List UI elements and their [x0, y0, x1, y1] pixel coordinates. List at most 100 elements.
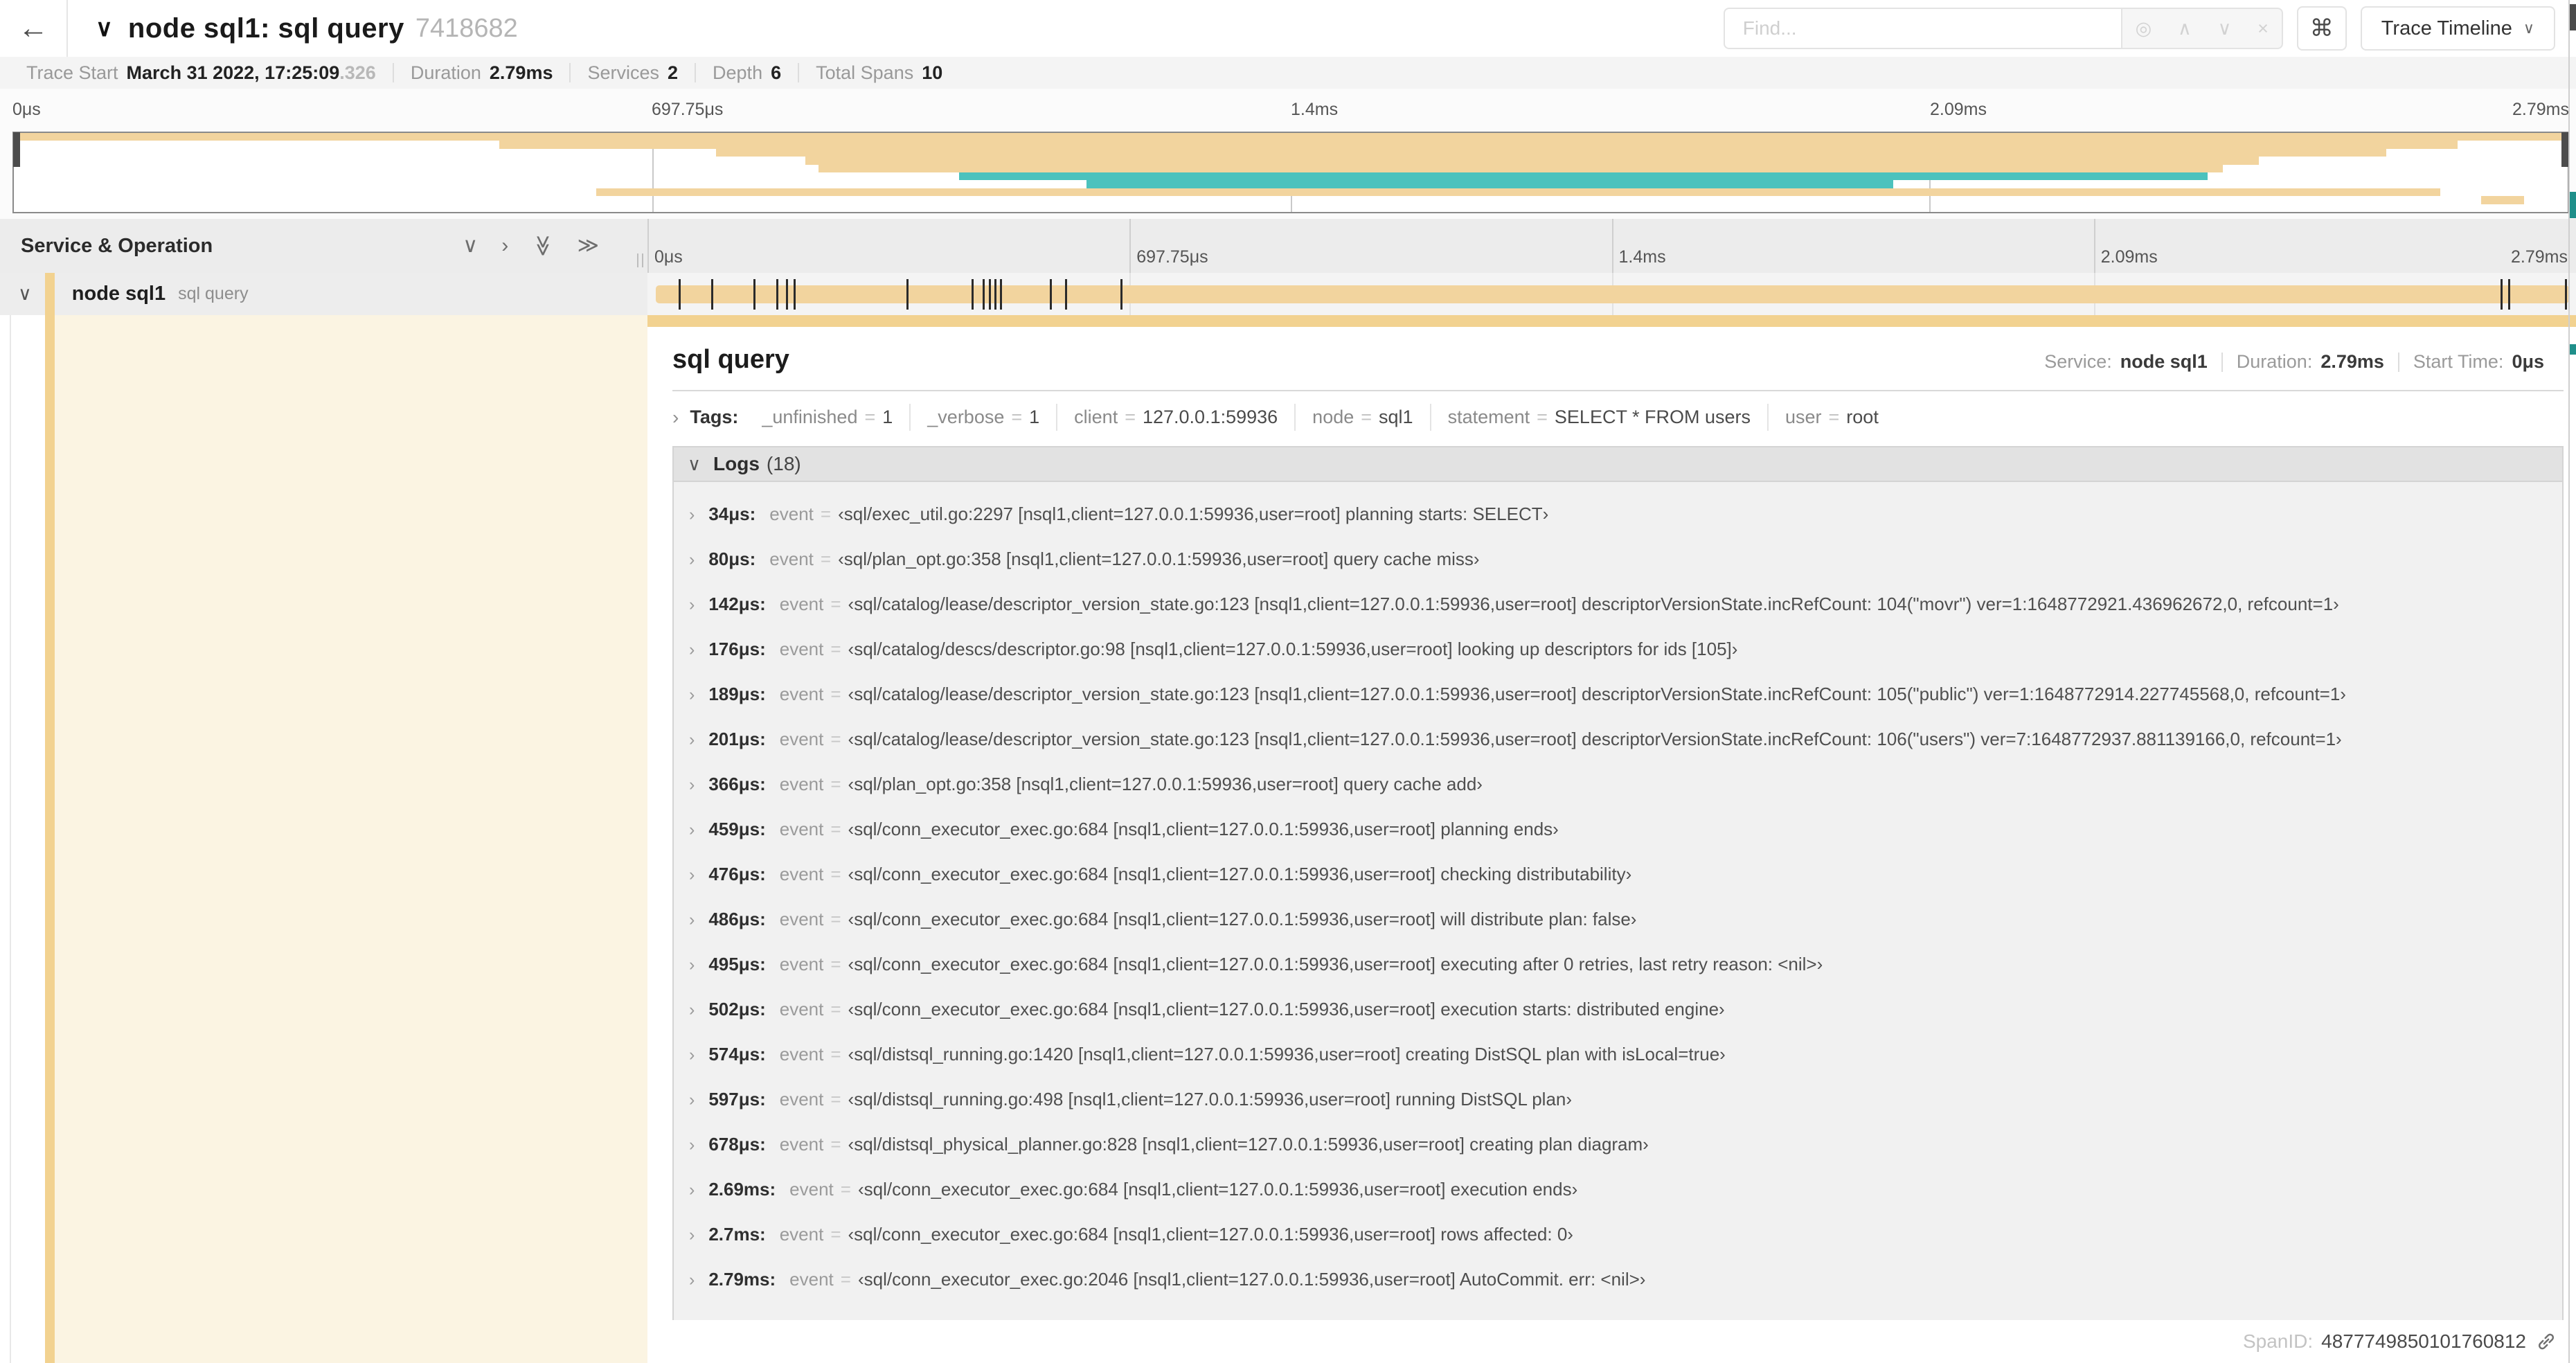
- log-equals: =: [830, 909, 841, 929]
- log-entry-row[interactable]: › 476μs: event = ‹sql/conn_executor_exec.go:…: [674, 852, 2562, 897]
- minimap-tick-label: 0μs: [12, 100, 41, 119]
- log-entry-row[interactable]: › 486μs: event = ‹sql/conn_executor_exec.go:…: [674, 897, 2562, 942]
- log-entry-row[interactable]: › 2.79ms: event = ‹sql/conn_executor_exec.go…: [674, 1257, 2562, 1302]
- clear-search-close-icon[interactable]: ×: [2257, 18, 2269, 39]
- log-chevron-right-icon: ›: [689, 1270, 695, 1290]
- title-collapse-chevron-icon[interactable]: ∨: [96, 15, 113, 42]
- span-name-cell[interactable]: ∨ node sql1 sql query: [0, 273, 649, 315]
- log-marker-tick: [1120, 279, 1123, 310]
- log-chevron-right-icon: ›: [689, 1135, 695, 1155]
- expand-all-double-chevron-right-icon[interactable]: ≫: [578, 235, 599, 256]
- log-entry-row[interactable]: › 142μs: event = ‹sql/catalog/lease/descript…: [674, 582, 2562, 627]
- trace-timeline-page: ← ∨ node sql1: sql query 7418682 ◎ ∧ ∨ ×…: [0, 0, 2576, 1363]
- summary-item-label: Depth: [713, 62, 763, 83]
- span-duration-bar[interactable]: [656, 279, 2569, 310]
- log-entry-row[interactable]: › 176μs: event = ‹sql/catalog/descs/descript…: [674, 627, 2562, 672]
- logs-accordion-header[interactable]: ∨ Logs (18): [674, 447, 2562, 482]
- trace-title: node sql1: sql query: [127, 12, 404, 44]
- log-equals: =: [830, 639, 841, 659]
- prev-result-chevron-up-icon[interactable]: ∧: [2178, 18, 2192, 39]
- minimap-tick-label: 697.75μs: [652, 100, 724, 119]
- minimap-span-bar: [1086, 180, 1894, 188]
- keyboard-shortcuts-button[interactable]: ⌘: [2296, 6, 2347, 51]
- page-scrollbar-gutter[interactable]: [2568, 0, 2576, 1363]
- log-entry-row[interactable]: › 574μs: event = ‹sql/distsql_running.go:142…: [674, 1032, 2562, 1077]
- minimap-span-bar: [2480, 196, 2525, 204]
- log-entry-row[interactable]: › 201μs: event = ‹sql/catalog/lease/descript…: [674, 717, 2562, 762]
- collapse-all-double-chevron-down-icon[interactable]: ≫: [532, 235, 555, 256]
- log-field-value: ‹sql/conn_executor_exec.go:2046 [nsql1,c…: [857, 1269, 1646, 1290]
- log-marker-tick: [785, 279, 788, 310]
- tag-item: _verbose = 1: [909, 404, 1056, 431]
- span-detail-footer: SpanID: 4877749850101760812: [647, 1320, 2576, 1363]
- tag-item: statement = SELECT * FROM users: [1429, 404, 1767, 431]
- deep-link-icon[interactable]: [2536, 1331, 2557, 1352]
- tag-item: _unfinished = 1: [745, 404, 909, 431]
- span-id-value: 4877749850101760812: [2321, 1330, 2526, 1352]
- span-detail-header: sql query Service: node sql1 Duration: 2.79…: [672, 345, 2564, 375]
- log-entry-row[interactable]: › 678μs: event = ‹sql/distsql_physical_plann…: [674, 1122, 2562, 1167]
- indent-guide-line: [10, 315, 11, 1363]
- minimap-tick-label: 2.09ms: [1930, 100, 1987, 119]
- minimap-tick-label: 2.79ms: [2512, 100, 2569, 119]
- log-field-value: ‹sql/conn_executor_exec.go:684 [nsql1,cl…: [857, 1179, 1578, 1200]
- ruler-gridline: [1129, 219, 1132, 273]
- tag-value: 1: [1029, 407, 1040, 427]
- log-equals: =: [820, 504, 832, 524]
- log-entry-row[interactable]: › 495μs: event = ‹sql/conn_executor_exec.go:…: [674, 942, 2562, 987]
- log-equals: =: [830, 954, 841, 974]
- log-field-value: ‹sql/exec_util.go:2297 [nsql1,client=127…: [838, 504, 1549, 524]
- log-entry-row[interactable]: › 34μs: event = ‹sql/exec_util.go:2297 [nsql…: [674, 492, 2562, 537]
- log-field-key: event: [779, 954, 824, 974]
- log-chevron-right-icon: ›: [689, 685, 695, 704]
- scrollbar-thumb[interactable]: [2570, 4, 2576, 30]
- log-marker-tick: [753, 279, 755, 310]
- overview-label: Service:: [2044, 351, 2112, 372]
- log-entry-row[interactable]: › 502μs: event = ‹sql/conn_executor_exec.go:…: [674, 987, 2562, 1032]
- column-splitter-handle[interactable]: [637, 253, 643, 267]
- log-chevron-right-icon: ›: [689, 1045, 695, 1064]
- log-entry-row[interactable]: › 2.69ms: event = ‹sql/conn_executor_exec.go…: [674, 1167, 2562, 1212]
- log-entry-row[interactable]: › 459μs: event = ‹sql/conn_executor_exec.go:…: [674, 807, 2562, 852]
- log-timestamp: 142μs:: [708, 594, 766, 614]
- expand-one-chevron-right-icon[interactable]: ›: [501, 235, 508, 256]
- log-timestamp: 2.7ms:: [708, 1224, 766, 1245]
- log-equals: =: [830, 594, 841, 614]
- log-entry-row[interactable]: › 366μs: event = ‹sql/plan_opt.go:358 [nsql1…: [674, 762, 2562, 807]
- log-chevron-right-icon: ›: [689, 1000, 695, 1019]
- log-chevron-right-icon: ›: [689, 1090, 695, 1110]
- view-selector-button[interactable]: Trace Timeline ∨: [2360, 6, 2555, 51]
- trace-summary-item: Services 2: [571, 62, 695, 84]
- summary-item-value: 2: [668, 62, 679, 83]
- log-entry-row[interactable]: › 189μs: event = ‹sql/catalog/lease/descript…: [674, 672, 2562, 717]
- log-field-value: ‹sql/catalog/lease/descriptor_version_st…: [848, 684, 2346, 704]
- log-marker-tick: [711, 279, 714, 310]
- minimap-tick-labels: 0μs 697.75μs 1.4ms 2.09ms 2.79ms: [12, 100, 2569, 123]
- locate-icon[interactable]: ◎: [2136, 18, 2152, 39]
- log-equals: =: [830, 1224, 841, 1245]
- tags-accordion-header[interactable]: › Tags: _unfinished = 1 _verbose = 1 client = 12…: [672, 404, 2564, 431]
- timeline-ruler: 0μs 697.75μs 1.4ms 2.09ms 2.79ms: [647, 219, 2576, 273]
- log-entry-row[interactable]: › 597μs: event = ‹sql/distsql_running.go:498…: [674, 1077, 2562, 1122]
- span-collapse-chevron-down-icon[interactable]: ∨: [18, 283, 32, 305]
- collapse-controls: ∨ › ≫ ≫: [463, 235, 599, 256]
- find-input[interactable]: [1723, 8, 2121, 49]
- log-equals: =: [830, 1089, 841, 1110]
- log-marker-tick: [679, 279, 681, 310]
- back-button[interactable]: ←: [0, 0, 68, 57]
- collapse-one-chevron-down-icon[interactable]: ∨: [463, 235, 478, 256]
- minimap-span-bar: [716, 148, 2387, 157]
- log-field-value: ‹sql/distsql_running.go:1420 [nsql1,clie…: [848, 1044, 1726, 1064]
- page-header: ← ∨ node sql1: sql query 7418682 ◎ ∧ ∨ ×…: [0, 0, 2576, 57]
- minimap-left-scrubber-handle[interactable]: [13, 132, 20, 168]
- log-entry-row[interactable]: › 80μs: event = ‹sql/plan_opt.go:358 [nsql1,…: [674, 537, 2562, 582]
- log-field-value: ‹sql/conn_executor_exec.go:684 [nsql1,cl…: [848, 909, 1637, 929]
- tag-key: node: [1312, 407, 1354, 427]
- logs-chevron-down-icon: ∨: [688, 453, 701, 474]
- log-entry-row[interactable]: › 2.7ms: event = ‹sql/conn_executor_exec.go:…: [674, 1212, 2562, 1257]
- minimap-right-scrubber-handle[interactable]: [2561, 132, 2568, 168]
- log-timestamp: 2.69ms:: [708, 1179, 776, 1200]
- minimap-canvas[interactable]: [12, 132, 2569, 213]
- logs-title: Logs: [713, 453, 760, 474]
- next-result-chevron-down-icon[interactable]: ∨: [2218, 18, 2232, 39]
